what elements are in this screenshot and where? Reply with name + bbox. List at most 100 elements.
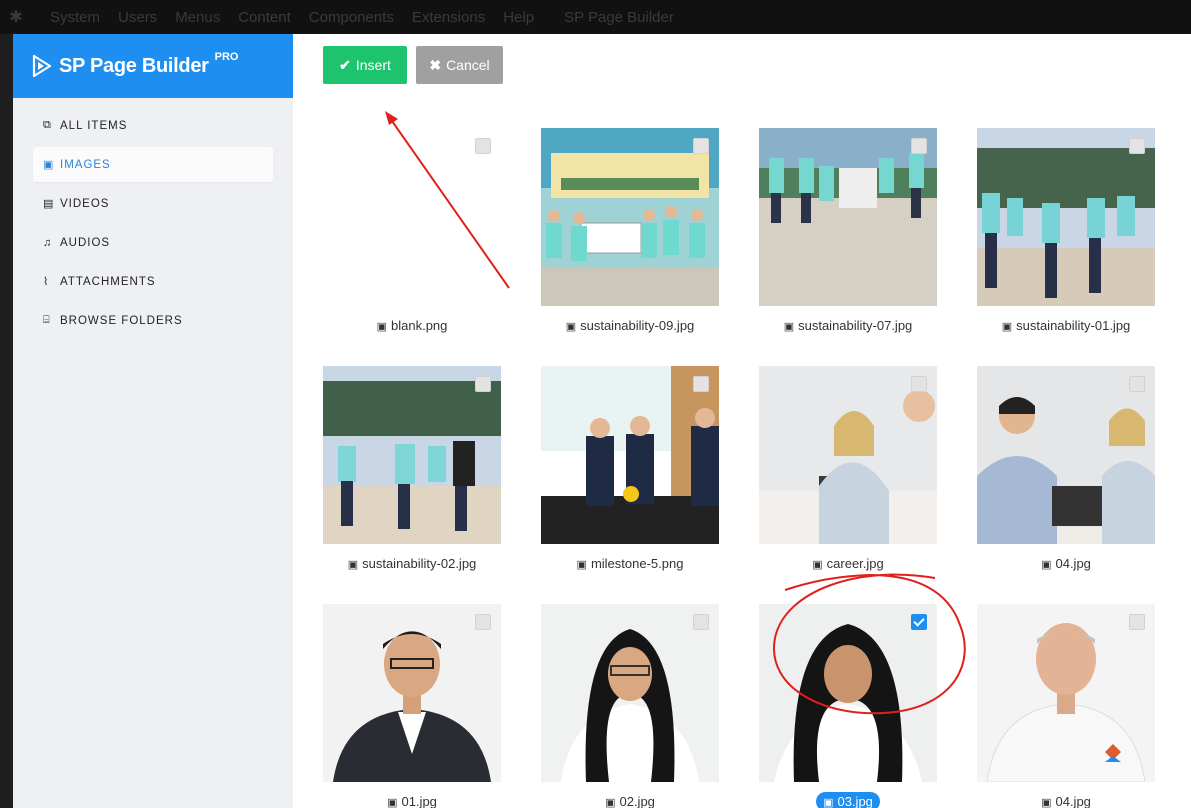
menu-help[interactable]: Help: [503, 9, 534, 26]
image-file-icon: ▣: [1041, 559, 1052, 571]
sidebar-item-images[interactable]: ▣ IMAGES: [33, 147, 273, 182]
media-tile[interactable]: ▣ 04.jpg: [977, 604, 1155, 808]
select-checkbox[interactable]: [911, 138, 927, 154]
menu-system[interactable]: System: [50, 9, 100, 26]
filename-label: ▣ sustainability-09.jpg: [566, 318, 695, 333]
media-thumbnail[interactable]: [977, 128, 1155, 306]
image-file-icon: ▣: [347, 559, 359, 571]
brand-name: SP Page Builder: [59, 54, 209, 77]
image-file-icon: ▣: [783, 321, 795, 333]
media-tile[interactable]: ▣ blank.png: [323, 128, 501, 333]
filename-text: 01.jpg: [401, 794, 437, 808]
select-checkbox[interactable]: [1129, 376, 1145, 392]
image-file-icon: ▣: [812, 559, 823, 571]
media-thumbnail[interactable]: [323, 366, 501, 544]
filename-text: sustainability-07.jpg: [798, 318, 913, 333]
filename-text: milestone-5.png: [590, 556, 684, 571]
background-strip: [0, 34, 13, 808]
thumbnail-image: [759, 366, 937, 544]
filename-text: 04.jpg: [1055, 794, 1091, 808]
media-filename[interactable]: ▣ sustainability-01.jpg: [977, 318, 1155, 333]
media-manager-modal: SP Page Builder PRO ⧉ ALL ITEMS ▣ IMAGES ▤ VI…: [13, 34, 1191, 808]
media-thumbnail[interactable]: [541, 604, 719, 782]
filename-text: career.jpg: [826, 556, 884, 571]
brand-header: SP Page Builder PRO: [13, 34, 293, 98]
insert-label: Insert: [355, 57, 391, 73]
menu-content[interactable]: Content: [238, 9, 291, 26]
select-checkbox[interactable]: [1129, 138, 1145, 154]
media-thumbnail[interactable]: [541, 366, 719, 544]
thumbnail-image: [977, 604, 1155, 782]
image-file-icon: ▣: [823, 797, 834, 808]
sidebar-item-label: VIDEOS: [60, 197, 110, 210]
media-filename[interactable]: ▣ blank.png: [323, 318, 501, 333]
media-filename[interactable]: ▣ 02.jpg: [541, 794, 719, 808]
media-filename[interactable]: ▣ 03.jpg: [759, 792, 937, 808]
media-tile[interactable]: ▣ sustainability-01.jpg: [977, 128, 1155, 333]
filename-text: 04.jpg: [1055, 556, 1091, 571]
sidebar-item-attachments[interactable]: ⌇ ATTACHMENTS: [33, 264, 273, 299]
select-checkbox[interactable]: [1129, 614, 1145, 630]
filename-label: ▣ milestone-5.png: [577, 556, 684, 571]
menu-menus[interactable]: Menus: [175, 9, 220, 26]
media-filename[interactable]: ▣ career.jpg: [759, 556, 937, 571]
media-thumbnail[interactable]: [759, 128, 937, 306]
sidebar-item-videos[interactable]: ▤ VIDEOS: [33, 186, 273, 221]
sidebar-item-audios[interactable]: ♫ AUDIOS: [33, 225, 273, 260]
select-checkbox[interactable]: [475, 614, 491, 630]
check-icon: ✔: [339, 56, 351, 73]
menu-components[interactable]: Components: [309, 9, 394, 26]
select-checkbox[interactable]: [693, 376, 709, 392]
select-checkbox[interactable]: [911, 614, 927, 630]
select-checkbox[interactable]: [911, 376, 927, 392]
menu-users[interactable]: Users: [118, 9, 157, 26]
media-thumbnail[interactable]: [977, 366, 1155, 544]
media-filename[interactable]: ▣ 01.jpg: [323, 794, 501, 808]
filename-label: ▣ 01.jpg: [387, 794, 437, 808]
media-thumbnail[interactable]: [541, 128, 719, 306]
joomla-logo-icon[interactable]: ✱: [0, 7, 32, 27]
media-thumbnail[interactable]: [323, 604, 501, 782]
insert-button[interactable]: ✔ Insert: [323, 46, 407, 84]
menu-extensions[interactable]: Extensions: [412, 9, 485, 26]
media-filename[interactable]: ▣ sustainability-09.jpg: [541, 318, 719, 333]
image-file-icon: ▣: [576, 559, 587, 571]
media-tile[interactable]: ▣ career.jpg: [759, 366, 937, 571]
select-checkbox[interactable]: [475, 138, 491, 154]
media-filename[interactable]: ▣ sustainability-07.jpg: [759, 318, 937, 333]
filename-label: ▣ 02.jpg: [605, 794, 655, 808]
menu-sp-page-builder[interactable]: SP Page Builder: [564, 9, 674, 26]
select-checkbox[interactable]: [693, 614, 709, 630]
image-file-icon: ▣: [376, 321, 387, 333]
media-tile[interactable]: ▣ 04.jpg: [977, 366, 1155, 571]
film-icon: ▤: [43, 198, 55, 210]
thumbnail-image: [759, 128, 937, 306]
sidebar-item-label: ATTACHMENTS: [60, 275, 156, 288]
media-thumbnail[interactable]: [977, 604, 1155, 782]
media-filename[interactable]: ▣ 04.jpg: [977, 556, 1155, 571]
media-filename[interactable]: ▣ milestone-5.png: [541, 556, 719, 571]
filename-label: ▣ career.jpg: [812, 556, 884, 571]
filename-label: ▣ 04.jpg: [1041, 556, 1091, 571]
media-sidebar: SP Page Builder PRO ⧉ ALL ITEMS ▣ IMAGES ▤ VI…: [13, 34, 293, 808]
sidebar-item-all-items[interactable]: ⧉ ALL ITEMS: [33, 108, 273, 143]
filename-label: ▣ 04.jpg: [1041, 794, 1091, 808]
media-tile[interactable]: ▣ sustainability-09.jpg: [541, 128, 719, 333]
media-tile[interactable]: ▣ 03.jpg: [759, 604, 937, 808]
modal-toolbar: ✔ Insert ✖ Cancel: [323, 46, 503, 84]
media-tile[interactable]: ▣ sustainability-02.jpg: [323, 366, 501, 571]
media-filename[interactable]: ▣ 04.jpg: [977, 794, 1155, 808]
media-thumbnail[interactable]: [323, 128, 501, 306]
sidebar-item-browse-folders[interactable]: ⌸ BROWSE FOLDERS: [33, 303, 273, 338]
media-thumbnail[interactable]: [759, 604, 937, 782]
media-tile[interactable]: ▣ sustainability-07.jpg: [759, 128, 937, 333]
media-tile[interactable]: ▣ 01.jpg: [323, 604, 501, 808]
thumbnail-image: [541, 366, 719, 544]
media-filename[interactable]: ▣ sustainability-02.jpg: [323, 556, 501, 571]
media-tile[interactable]: ▣ 02.jpg: [541, 604, 719, 808]
media-thumbnail[interactable]: [759, 366, 937, 544]
media-tile[interactable]: ▣ milestone-5.png: [541, 366, 719, 571]
cancel-button[interactable]: ✖ Cancel: [416, 46, 503, 84]
select-checkbox[interactable]: [693, 138, 709, 154]
select-checkbox[interactable]: [475, 376, 491, 392]
